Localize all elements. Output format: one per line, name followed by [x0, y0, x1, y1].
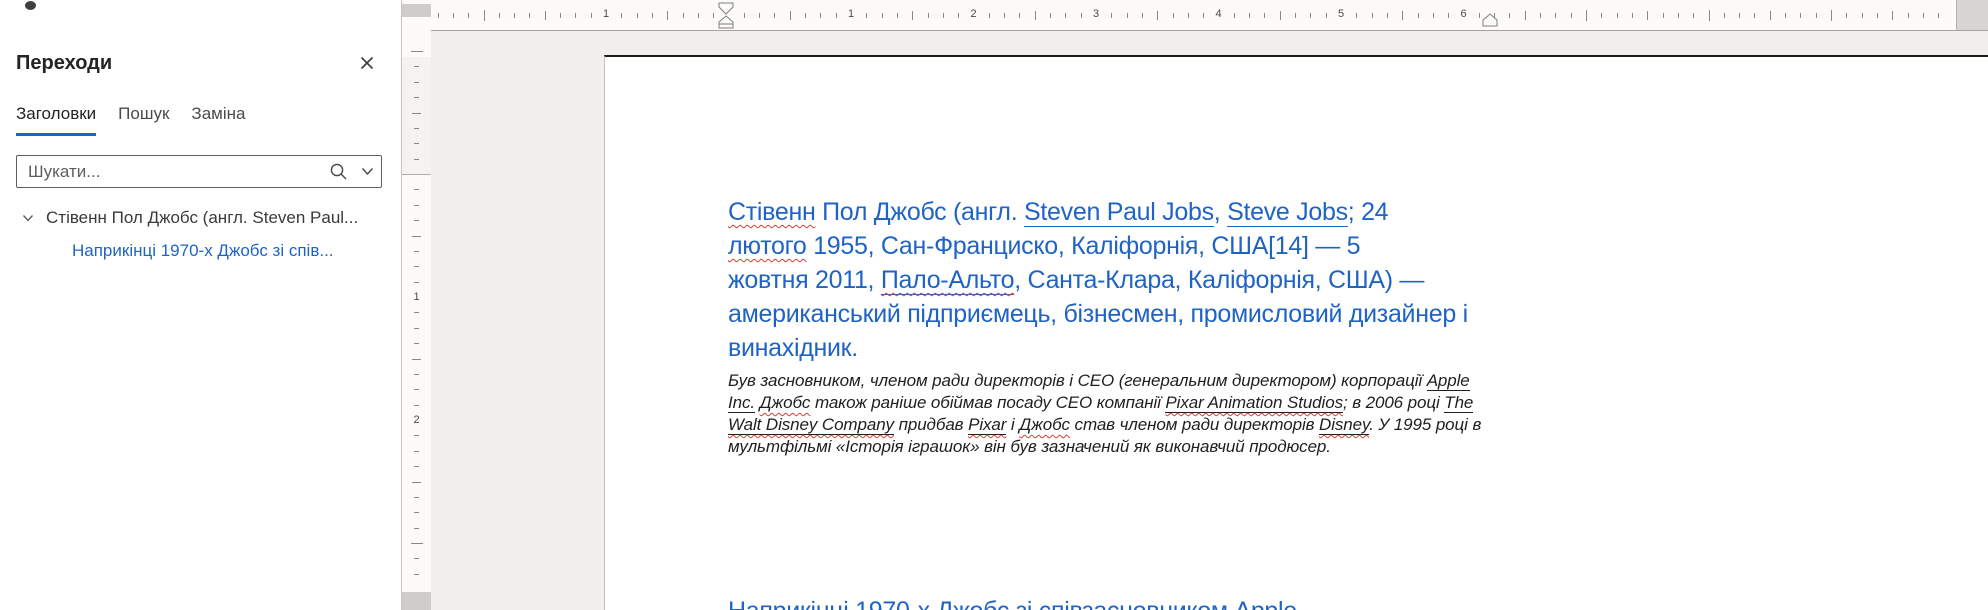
ruler-right-margin-block — [1956, 0, 1988, 30]
chevron-down-icon — [361, 168, 373, 176]
document-page[interactable]: Стівенн Пол Джобс (англ. Steven Paul Job… — [604, 55, 1988, 610]
search-options-dropdown[interactable] — [353, 167, 381, 176]
vertical-ruler: 12 — [402, 0, 431, 610]
v-ruler-margin-boundary[interactable] — [402, 174, 431, 175]
toolbar-artifact — [25, 1, 36, 10]
tree-item-label: Наприкінці 1970-х Джобс зі спів... — [72, 241, 334, 260]
search-input[interactable] — [17, 161, 323, 182]
v-ruler-margin-zone — [402, 57, 431, 174]
v-ruler-top-margin-block — [402, 4, 431, 17]
magnifier-icon — [330, 163, 346, 180]
document-paragraph: Був засновником, членом ради директорів … — [728, 371, 1482, 456]
pane-tabs: Заголовки Пошук Заміна — [16, 104, 245, 136]
search-box — [16, 155, 382, 188]
tree-item-heading-2[interactable]: Наприкінці 1970-х Джобс зі спів... — [0, 236, 401, 266]
close-button[interactable] — [353, 49, 381, 77]
document-heading: Стівенн Пол Джобс (англ. Steven Paul Job… — [728, 198, 1468, 362]
tree-item-heading-1[interactable]: Стівенн Пол Джобс (англ. Steven Paul... — [0, 203, 401, 233]
tab-headings[interactable]: Заголовки — [16, 104, 97, 136]
right-indent-marker[interactable] — [1482, 12, 1498, 28]
app-root: 1123456 12 Стівенн Пол Джобс (англ. Stev… — [0, 0, 1988, 610]
chevron-down-icon[interactable] — [21, 211, 35, 225]
tab-replace[interactable]: Заміна — [191, 104, 245, 136]
navigation-pane: Переходи Заголовки Пошук Заміна Шукати..… — [0, 0, 402, 610]
v-ruler-bottom-margin-block — [402, 592, 431, 610]
search-icon-button[interactable] — [323, 162, 353, 181]
first-line-indent-marker[interactable] — [718, 2, 734, 29]
close-icon — [360, 56, 374, 70]
pane-title: Переходи — [16, 52, 113, 74]
tree-item-label: Стівенн Пол Джобс (англ. Steven Paul... — [46, 208, 359, 227]
tab-search[interactable]: Пошук — [118, 104, 169, 136]
document-clipped-line: Наприкінці 1970-х Джобс зі співзасновник… — [728, 596, 1297, 610]
